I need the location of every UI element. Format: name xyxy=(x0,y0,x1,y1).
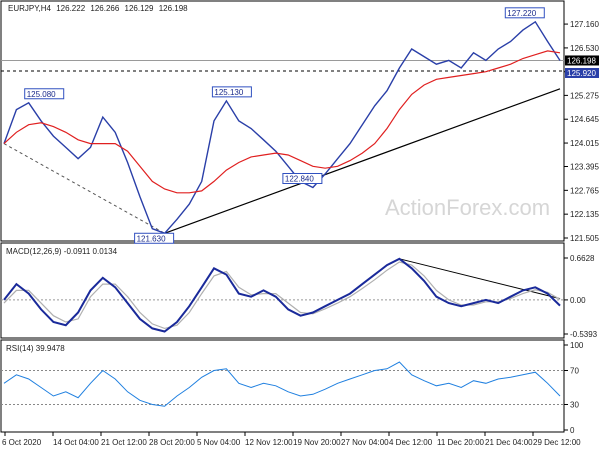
x-tick-label: 12 Nov 12:00 xyxy=(245,438,293,447)
x-tick-label: 6 Oct 2020 xyxy=(2,438,42,447)
x-tick-label: 5 Nov 04:00 xyxy=(197,438,241,447)
rsi-y-tick-label: 0 xyxy=(570,426,575,435)
macd-panel-border xyxy=(0,242,565,339)
macd-line xyxy=(3,257,561,333)
price-axis-tag-label: 125.920 xyxy=(567,69,596,78)
price-y-tick-label: 124.645 xyxy=(570,115,599,124)
rsi-y-tick-label: 30 xyxy=(570,401,579,410)
header-symbol: EURJPY,H4 xyxy=(8,4,52,13)
x-tick-label: 29 Dec 12:00 xyxy=(533,438,581,447)
x-tick-label: 11 Dec 20:00 xyxy=(437,438,485,447)
macd-header: MACD(12,26,9) -0.0911 0.0134 xyxy=(6,247,118,256)
rsi-panel: 100 70 30 0 xyxy=(1,341,584,435)
macd-y-tick-label: 0.6628 xyxy=(570,254,595,263)
x-tick-label: 28 Oct 20:00 xyxy=(149,438,195,447)
macd-y-tick-label: 0.00 xyxy=(570,296,586,305)
price-annotation-label: 125.080 xyxy=(27,90,56,99)
rsi-y-tick-label: 70 xyxy=(570,367,579,376)
rsi-y-tick-label: 100 xyxy=(570,341,584,350)
price-y-tick-label: 124.015 xyxy=(570,139,599,148)
macd-trendline xyxy=(399,258,561,300)
header-low: 126.129 xyxy=(125,4,154,13)
header-high: 126.266 xyxy=(90,4,119,13)
price-annotation-label: 125.130 xyxy=(214,88,243,97)
price-y-tick-label: 127.160 xyxy=(570,20,599,29)
x-axis: 6 Oct 2020 14 Oct 04:00 21 Oct 12:00 28 Oct… xyxy=(2,432,581,447)
forex-chart: ActionForex.com EURJPY,H4 126.222 126.26… xyxy=(0,0,599,447)
x-tick-label: 14 Oct 04:00 xyxy=(53,438,99,447)
x-tick-label: 27 Nov 04:00 xyxy=(341,438,389,447)
price-annotation-label: 121.630 xyxy=(137,234,166,243)
x-tick-label: 4 Dec 12:00 xyxy=(389,438,433,447)
price-annotation-label: 127.220 xyxy=(507,9,536,18)
price-y-tick-label: 125.275 xyxy=(570,91,599,100)
downtrend-dashed-line xyxy=(3,143,165,234)
macd-panel: 0.6628 0.00 -0.5393 xyxy=(1,254,598,339)
price-annotation-label: 122.840 xyxy=(285,174,314,183)
price-axis-tag-label: 126.198 xyxy=(567,56,596,65)
price-y-tick-label: 121.505 xyxy=(570,234,599,243)
moving-average-line xyxy=(3,50,561,194)
rsi-header: RSI(14) 39.9478 xyxy=(6,344,65,353)
macd-y-tick-label: -0.5393 xyxy=(570,330,598,339)
rsi-line xyxy=(3,361,561,407)
chart-frame: ActionForex.com EURJPY,H4 126.222 126.26… xyxy=(0,0,600,450)
price-y-tick-label: 122.765 xyxy=(570,186,599,195)
x-tick-label: 21 Oct 12:00 xyxy=(101,438,147,447)
header-open: 126.222 xyxy=(56,4,85,13)
x-tick-label: 19 Nov 20:00 xyxy=(293,438,341,447)
x-tick-label: 21 Dec 04:00 xyxy=(485,438,533,447)
watermark: ActionForex.com xyxy=(385,195,550,220)
header-close: 126.198 xyxy=(159,4,188,13)
price-y-tick-label: 122.135 xyxy=(570,210,599,219)
price-y-tick-label: 126.530 xyxy=(570,44,599,53)
rsi-panel-border xyxy=(0,339,565,433)
price-y-tick-label: 123.395 xyxy=(570,163,599,172)
price-header: EURJPY,H4 126.222 126.266 126.129 126.19… xyxy=(8,4,188,13)
